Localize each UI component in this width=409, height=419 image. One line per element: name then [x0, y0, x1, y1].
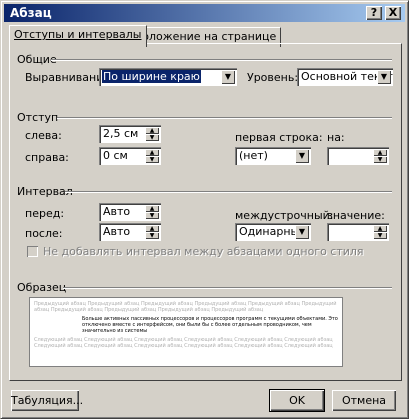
- space-before-value: Авто: [103, 205, 131, 218]
- at-down[interactable]: ▼: [373, 232, 387, 239]
- preview-next-paragraph: Следующий абзац Следующий абзац Следующи…: [34, 337, 333, 349]
- paragraph-dialog: Абзац ? X Отступы и интервалы Положение …: [0, 0, 409, 419]
- preview-box: Предыдущий абзац Предыдущий абзац Предыд…: [29, 297, 343, 367]
- left-indent-up[interactable]: ▲: [145, 127, 159, 134]
- tab-line-page-breaks-label: Положение на странице: [134, 30, 277, 43]
- line-spacing-dropdown-arrow[interactable]: ▼: [295, 225, 309, 239]
- first-line-select[interactable]: (нет) ▼: [235, 147, 311, 165]
- indent-section-label: Отступ: [17, 111, 59, 124]
- preview-divider: [63, 287, 392, 289]
- at-label: значение:: [327, 209, 385, 222]
- first-line-value: (нет): [239, 149, 268, 162]
- first-line-label: первая строка:: [235, 131, 323, 144]
- left-indent-label: слева:: [25, 129, 62, 142]
- space-after-label: после:: [25, 227, 63, 240]
- right-indent-up[interactable]: ▲: [145, 149, 159, 156]
- title-bar: Абзац ? X: [4, 4, 405, 22]
- no-space-same-style-label: Не добавлять интервал между абзацами одн…: [43, 245, 364, 258]
- preview-previous-paragraph: Предыдущий абзац Предыдущий абзац Предыд…: [34, 301, 337, 313]
- line-spacing-label: междустрочный:: [235, 209, 334, 222]
- alignment-value: По ширине краю: [102, 70, 201, 83]
- spacing-divider: [65, 191, 392, 193]
- space-after-down[interactable]: ▼: [145, 232, 159, 239]
- right-indent-value: 0 см: [103, 149, 128, 162]
- preview-section-label: Образец: [17, 281, 67, 294]
- space-after-value: Авто: [103, 225, 131, 238]
- right-indent-input[interactable]: 0 см ▲ ▼: [99, 147, 161, 165]
- general-divider: [51, 59, 392, 61]
- window-title: Абзац: [10, 6, 52, 20]
- preview-current-paragraph: Больше активных пассивных процессоров и …: [82, 316, 338, 334]
- ok-button[interactable]: OK: [269, 389, 325, 412]
- tab-indents-spacing[interactable]: Отступы и интервалы: [9, 25, 147, 47]
- by-down[interactable]: ▼: [373, 156, 387, 163]
- indent-divider: [57, 117, 392, 119]
- alignment-dropdown-arrow[interactable]: ▼: [221, 70, 235, 84]
- left-indent-input[interactable]: 2,5 см ▲ ▼: [99, 125, 161, 143]
- tab-indents-spacing-label: Отступы и интервалы: [14, 28, 142, 41]
- left-indent-value: 2,5 см: [103, 127, 139, 140]
- level-dropdown-arrow[interactable]: ▼: [377, 70, 391, 84]
- left-indent-down[interactable]: ▼: [145, 134, 159, 141]
- cancel-button[interactable]: Отмена: [332, 390, 396, 411]
- space-before-down[interactable]: ▼: [145, 212, 159, 219]
- no-space-same-style-checkbox[interactable]: [27, 246, 38, 257]
- first-line-dropdown-arrow[interactable]: ▼: [295, 149, 309, 163]
- by-input[interactable]: ▲ ▼: [327, 147, 389, 165]
- line-spacing-select[interactable]: Одинарный ▼: [235, 223, 311, 241]
- by-up[interactable]: ▲: [373, 149, 387, 156]
- alignment-select[interactable]: По ширине краю ▼: [99, 68, 237, 86]
- space-after-input[interactable]: Авто ▲ ▼: [99, 223, 161, 241]
- tabs-button[interactable]: Табуляция...: [11, 390, 83, 411]
- space-before-input[interactable]: Авто ▲ ▼: [99, 203, 161, 221]
- close-button[interactable]: X: [385, 6, 401, 20]
- space-before-up[interactable]: ▲: [145, 205, 159, 212]
- at-input[interactable]: ▲ ▼: [327, 223, 389, 241]
- help-button[interactable]: ?: [366, 6, 382, 20]
- space-after-up[interactable]: ▲: [145, 225, 159, 232]
- right-indent-label: справа:: [25, 151, 69, 164]
- space-before-label: перед:: [25, 207, 65, 220]
- at-up[interactable]: ▲: [373, 225, 387, 232]
- by-label: на:: [327, 131, 345, 144]
- right-indent-down[interactable]: ▼: [145, 156, 159, 163]
- level-select[interactable]: Основной текст ▼: [297, 68, 393, 86]
- level-label: Уровень:: [247, 71, 299, 84]
